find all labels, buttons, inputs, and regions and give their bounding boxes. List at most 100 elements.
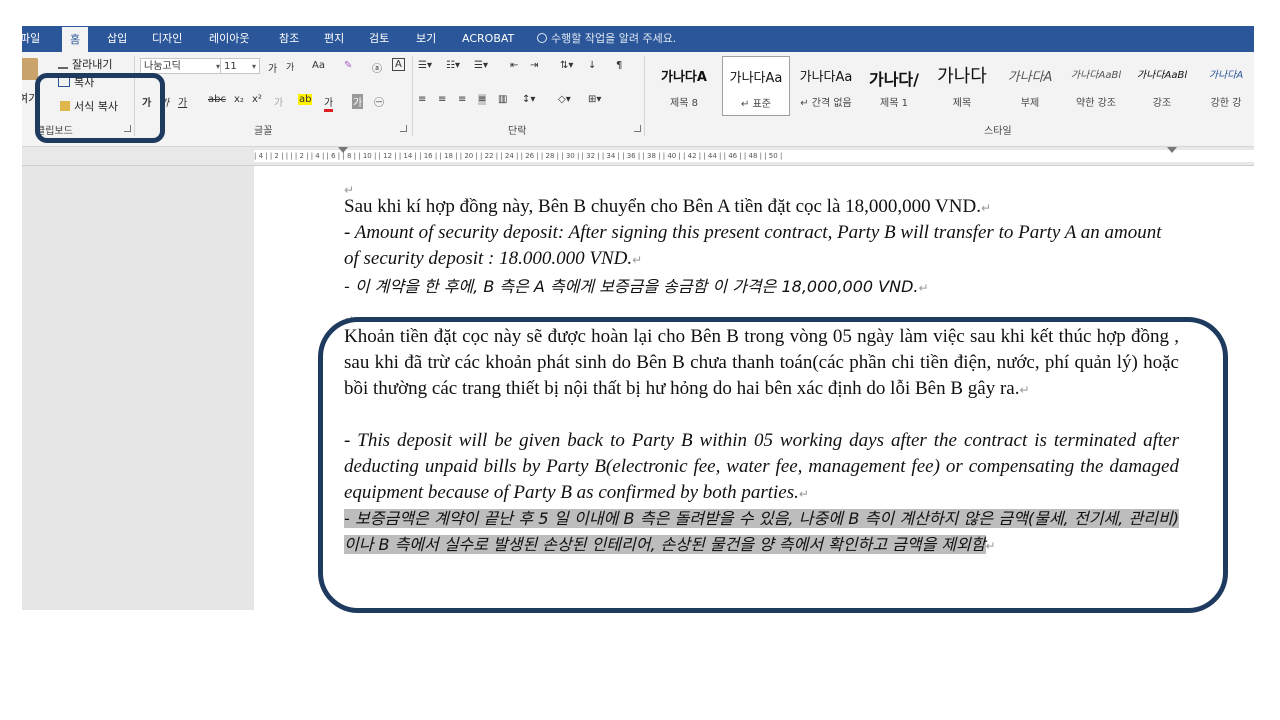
font-name-box[interactable]: 나눔고딕 ▾ xyxy=(140,58,224,74)
style-sample: 가나다/ xyxy=(868,70,919,89)
paragraph-group-label: 단락 xyxy=(508,126,527,137)
para1-vietnamese[interactable]: Sau khi kí hợp đồng này, Bên B chuyển ch… xyxy=(344,194,1179,221)
tab-acrobat[interactable]: ACROBAT xyxy=(462,26,514,52)
char-shading-icon[interactable]: 가 xyxy=(352,94,364,109)
style-emphasis[interactable]: 가나다AaBl 강조 xyxy=(1128,56,1196,116)
chevron-down-icon: ▾ xyxy=(251,62,256,71)
style-intense-emphasis[interactable]: 가나다A 강한 강 xyxy=(1192,56,1254,116)
paragraph-launcher-icon[interactable] xyxy=(634,125,641,132)
style-name: 강한 강 xyxy=(1210,98,1242,109)
style-name: 강조 xyxy=(1152,98,1172,109)
style-title[interactable]: 가나다 제목 xyxy=(928,56,996,116)
numbering-icon[interactable]: ☷▾ xyxy=(446,60,460,71)
style-name: 제목 1 xyxy=(880,98,908,109)
tab-file[interactable]: 파일 xyxy=(22,26,40,52)
style-subtle-emphasis[interactable]: 가나다AaBl 약한 강조 xyxy=(1062,56,1130,116)
superscript-button[interactable]: x² xyxy=(252,94,262,105)
align-right-icon[interactable]: ≡ xyxy=(458,94,466,105)
text-effects-icon[interactable]: 가 xyxy=(274,94,283,109)
tab-home[interactable]: 홈 xyxy=(62,27,89,52)
tab-design[interactable]: 디자인 xyxy=(152,26,182,52)
style-sample: 가나다AaBl xyxy=(1070,70,1122,81)
tab-mailings[interactable]: 편지 xyxy=(324,26,344,52)
style-sample: 가나다Aa xyxy=(799,70,853,85)
strikethrough-button[interactable]: abc xyxy=(208,94,226,105)
align-center-icon[interactable]: ≡ xyxy=(438,94,446,105)
style-name: ↵ 표준 xyxy=(741,99,771,110)
para1-english[interactable]: - Amount of security deposit: After sign… xyxy=(344,220,1179,273)
style-no-spacing[interactable]: 가나다Aa ↵ 간격 없음 xyxy=(792,56,860,116)
distributed-icon[interactable]: ▥ xyxy=(498,94,507,105)
subscript-button[interactable]: x₂ xyxy=(234,94,244,105)
group-divider xyxy=(644,56,645,136)
change-case-button[interactable]: Aa xyxy=(312,60,325,71)
style-sample: 가나다Aa xyxy=(729,71,783,86)
clipboard-annotation-box xyxy=(35,73,165,143)
char-border-icon[interactable]: A xyxy=(392,58,405,71)
right-indent-marker[interactable] xyxy=(1167,147,1177,153)
tab-insert[interactable]: 삽입 xyxy=(107,26,127,52)
tell-me-box[interactable]: 수행할 작업을 알려 주세요. xyxy=(537,26,676,52)
cut-label: 잘라내기 xyxy=(72,58,113,71)
style-name: ↵ 간격 없음 xyxy=(800,98,852,109)
style-normal[interactable]: 가나다Aa ↵ 표준 xyxy=(722,56,790,116)
para1-korean[interactable]: - 이 계약을 한 후에, B 측은 A 측에게 보증금을 송금함 이 가격은 … xyxy=(344,274,1179,301)
first-line-indent-marker[interactable] xyxy=(338,147,348,153)
font-launcher-icon[interactable] xyxy=(400,125,407,132)
style-sample: 가나다A xyxy=(1007,70,1053,85)
style-sample: 가나다A xyxy=(661,70,707,85)
decrease-indent-icon[interactable]: ⇤ xyxy=(510,60,518,71)
style-sample: 가나다 xyxy=(937,66,987,87)
font-color-icon[interactable]: 가 xyxy=(324,94,334,112)
clear-format-icon[interactable]: ✎ xyxy=(344,60,352,71)
styles-group-label: 스타일 xyxy=(984,126,1012,137)
multilevel-list-icon[interactable]: ☰▾ xyxy=(474,60,488,71)
phonetic-guide-icon[interactable]: ⓐ xyxy=(372,60,382,75)
group-divider xyxy=(412,56,413,136)
horizontal-ruler: | 4 | | 2 | | | | 2 | | 4 | | 6 | | 8 | … xyxy=(22,147,1254,166)
style-sample: 가나다AaBl xyxy=(1136,70,1188,81)
style-name: 약한 강조 xyxy=(1076,98,1116,109)
borders-icon[interactable]: ⊞▾ xyxy=(588,94,601,105)
tab-references[interactable]: 참조 xyxy=(279,26,299,52)
font-group-label: 글꼴 xyxy=(254,126,273,137)
paragraph-mark: ↵ xyxy=(918,281,929,295)
style-heading8[interactable]: 가나다A 제목 8 xyxy=(650,56,718,116)
style-name: 제목 8 xyxy=(670,98,698,109)
shading-icon[interactable]: ◇▾ xyxy=(558,94,571,105)
increase-indent-icon[interactable]: ⇥ xyxy=(530,60,538,71)
grow-font-button[interactable]: 가 xyxy=(268,60,277,75)
style-sample: 가나다A xyxy=(1208,70,1244,81)
paragraph-mark: ↵ xyxy=(632,253,643,267)
scissors-icon xyxy=(58,57,68,69)
highlight-color-icon[interactable]: ab xyxy=(298,94,313,105)
style-subtitle[interactable]: 가나다A 부제 xyxy=(996,56,1064,116)
justify-icon[interactable]: ≡ xyxy=(478,94,487,105)
styles-gallery: 가나다A 제목 8 가나다Aa ↵ 표준 가나다Aa ↵ 간격 없음 가나다/ … xyxy=(650,56,1254,118)
line-spacing-icon[interactable]: ↕▾ xyxy=(522,94,535,105)
paragraph-mark: ↵ xyxy=(980,201,992,215)
shrink-font-button[interactable]: 가 xyxy=(286,60,294,73)
paragraph-annotation-box xyxy=(318,317,1228,613)
enclose-char-icon[interactable]: ㊀ xyxy=(374,94,384,109)
style-name: 부제 xyxy=(1020,98,1040,109)
asian-layout-icon[interactable]: ⇅▾ xyxy=(560,60,573,71)
paste-icon[interactable] xyxy=(22,58,38,80)
font-name-value: 나눔고딕 xyxy=(144,61,181,72)
bullets-icon[interactable]: ☰▾ xyxy=(418,60,432,71)
style-name: 제목 xyxy=(952,98,972,109)
tab-layout[interactable]: 레이아웃 xyxy=(209,26,249,52)
tab-view[interactable]: 보기 xyxy=(416,26,436,52)
ribbon-tab-bar: 파일 홈 삽입 디자인 레이아웃 참조 편지 검토 보기 ACROBAT 수행할… xyxy=(22,26,1254,52)
lightbulb-icon xyxy=(537,33,547,43)
font-size-value: 11 xyxy=(224,61,237,72)
cut-button[interactable]: 잘라내기 xyxy=(58,56,112,72)
tell-me-label: 수행할 작업을 알려 주세요. xyxy=(551,32,677,45)
font-size-box[interactable]: 11 ▾ xyxy=(220,58,260,74)
tab-review[interactable]: 검토 xyxy=(369,26,389,52)
style-heading1[interactable]: 가나다/ 제목 1 xyxy=(860,56,928,116)
sort-icon[interactable]: ↓ xyxy=(588,60,596,71)
underline-button[interactable]: 가 xyxy=(178,94,187,109)
align-left-icon[interactable]: ≡ xyxy=(418,94,426,105)
show-marks-icon[interactable]: ¶ xyxy=(616,60,622,71)
